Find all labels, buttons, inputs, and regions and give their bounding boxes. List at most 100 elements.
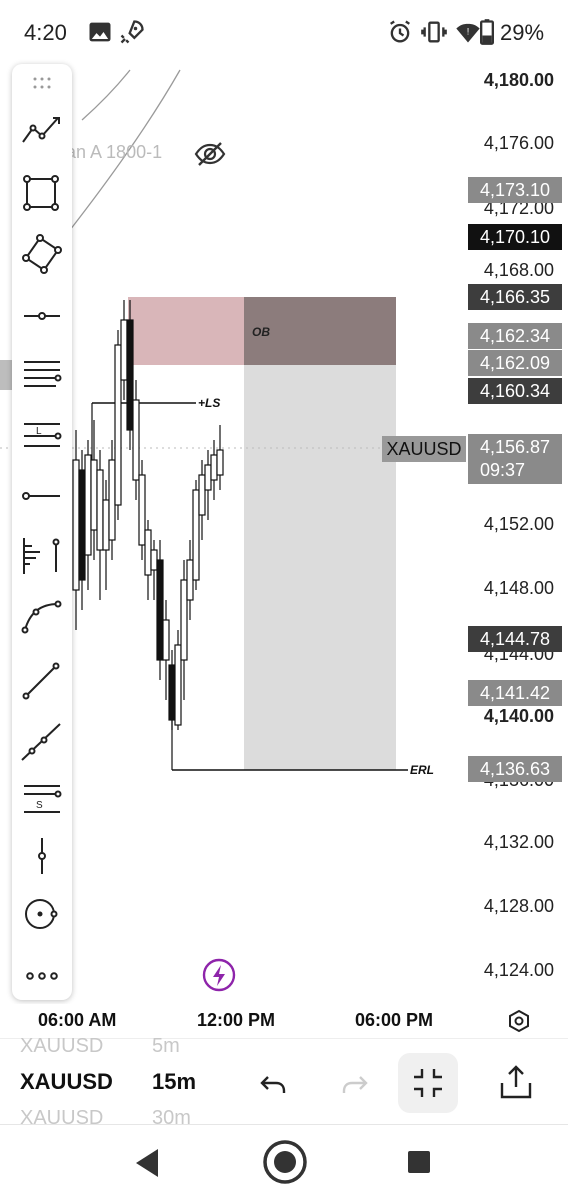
price-label: 4,152.00	[483, 514, 554, 534]
horizontal-line-icon	[22, 492, 60, 500]
tool-short-position[interactable]: S	[12, 774, 72, 826]
erl-label: ERL	[410, 763, 434, 777]
bottom-toolbar: XAUUSD 5m XAUUSD 15m XAUUSD 30m	[0, 1035, 568, 1129]
price-tag: 4,162.34	[468, 323, 562, 349]
current-price: 4,156.87	[480, 437, 551, 457]
time-label: 06:00 AM	[38, 1010, 117, 1030]
volume-profile-icon	[23, 538, 60, 574]
rocket-icon	[120, 20, 144, 44]
price-label: 4,176.00	[483, 133, 554, 153]
tool-horizontal-ray[interactable]	[12, 290, 72, 342]
redo-button[interactable]	[324, 1055, 380, 1111]
price-tag: 4,160.34	[468, 378, 562, 404]
interval-option-above[interactable]: 5m	[152, 1035, 180, 1058]
price-tag: 4,144.78	[468, 626, 562, 652]
price-label: 4,140.00	[483, 706, 554, 726]
symbol-tag-text: XAUUSD	[386, 439, 462, 459]
symbol-option-above[interactable]: XAUUSD	[20, 1035, 103, 1058]
collapse-icon	[414, 1069, 442, 1097]
price-label: 4,148.00	[483, 578, 554, 598]
svg-text:!: !	[467, 26, 470, 36]
ob-label: OB	[252, 325, 270, 339]
tool-rotated-rectangle[interactable]	[12, 228, 72, 280]
alarm-icon	[390, 20, 410, 43]
price-tag: 4,136.63	[468, 756, 562, 782]
price-tag: 4,170.10	[468, 224, 562, 250]
exit-fullscreen-button[interactable]	[398, 1053, 458, 1113]
settings-hexagon-icon[interactable]	[506, 1008, 532, 1034]
fib-retracement-icon	[24, 361, 62, 387]
clock: 4:20	[24, 20, 67, 45]
recents-icon[interactable]	[406, 1149, 432, 1175]
ls-label: +LS	[198, 396, 221, 410]
price-label: 4,128.00	[483, 896, 554, 916]
rotated-rectangle-icon	[22, 234, 62, 274]
battery-percent: 29%	[500, 20, 545, 45]
svg-text:S: S	[36, 800, 43, 811]
vertical-line-icon	[38, 838, 46, 874]
arc-line-2	[81, 69, 131, 121]
bolt-icon[interactable]	[202, 958, 236, 992]
tool-more[interactable]	[12, 950, 72, 1002]
tool-rectangle[interactable]	[12, 168, 72, 220]
extended-line-icon	[21, 723, 61, 761]
tool-volume-profile[interactable]	[12, 530, 72, 582]
price-label: 4,168.00	[483, 260, 554, 280]
tool-line-segment[interactable]	[12, 656, 72, 708]
svg-text:L: L	[36, 426, 42, 437]
chart-area[interactable]: an A 1800-1 OB +LS ERL XAUUSD	[0, 64, 568, 1004]
vibrate-icon	[421, 21, 447, 43]
trend-line-icon	[22, 117, 60, 143]
tool-extended-line[interactable]	[12, 716, 72, 768]
short-position-icon: S	[24, 785, 62, 813]
status-bar: 4:20 ! 29%	[0, 0, 568, 64]
drag-handle-icon[interactable]	[32, 76, 52, 90]
tool-curve[interactable]	[12, 590, 72, 642]
circle-icon	[25, 899, 58, 929]
drawing-toolbar: L S	[12, 64, 72, 1000]
long-position-icon: L	[24, 423, 62, 447]
price-label: 4,132.00	[483, 832, 554, 852]
hide-eye-icon[interactable]	[194, 140, 226, 168]
interval-selector[interactable]: 15m	[152, 1069, 196, 1095]
tool-fib-retracement[interactable]	[12, 350, 72, 402]
back-icon[interactable]	[132, 1147, 162, 1179]
undo-icon	[260, 1076, 286, 1093]
share-icon	[500, 1065, 532, 1099]
redo-icon	[342, 1076, 368, 1093]
ob-zone	[128, 297, 244, 365]
indicator-label[interactable]: an A 1800-1	[66, 142, 162, 163]
horizontal-ray-icon	[24, 312, 60, 320]
price-tag: 4,166.35	[468, 284, 562, 310]
range-zone	[244, 365, 396, 770]
system-nav-bar	[0, 1124, 568, 1201]
image-icon	[89, 22, 111, 42]
time-label: 06:00 PM	[355, 1010, 434, 1030]
price-tag: 4,173.10	[468, 177, 562, 203]
candlestick-chart[interactable]	[0, 64, 568, 1004]
line-segment-icon	[22, 662, 60, 700]
price-label: 4,180.00	[483, 70, 554, 90]
home-icon[interactable]	[262, 1139, 308, 1185]
battery-icon	[480, 19, 494, 45]
price-tag: 4,162.09	[468, 350, 562, 376]
curve-icon	[21, 600, 62, 634]
tool-trend-line[interactable]	[12, 104, 72, 156]
share-button[interactable]	[488, 1055, 544, 1111]
more-icon	[26, 972, 58, 980]
time-label: 12:00 PM	[197, 1010, 276, 1030]
tool-vertical-line[interactable]	[12, 830, 72, 882]
tool-horizontal-line[interactable]	[12, 470, 72, 522]
tool-circle[interactable]	[12, 888, 72, 940]
symbol-selector[interactable]: XAUUSD	[20, 1069, 113, 1095]
price-label: 4,124.00	[483, 960, 554, 980]
bar-countdown: 09:37	[480, 460, 526, 480]
undo-button[interactable]	[248, 1055, 304, 1111]
pane-edge	[0, 360, 12, 390]
price-tag: 4,141.42	[468, 680, 562, 706]
tool-long-position[interactable]: L	[12, 410, 72, 462]
time-axis[interactable]: 06:00 AM 12:00 PM 06:00 PM	[0, 1004, 568, 1038]
rectangle-icon	[23, 175, 59, 211]
symbol-price-tag: XAUUSD	[382, 436, 466, 462]
current-price-tag: 4,156.87 09:37	[468, 434, 562, 484]
